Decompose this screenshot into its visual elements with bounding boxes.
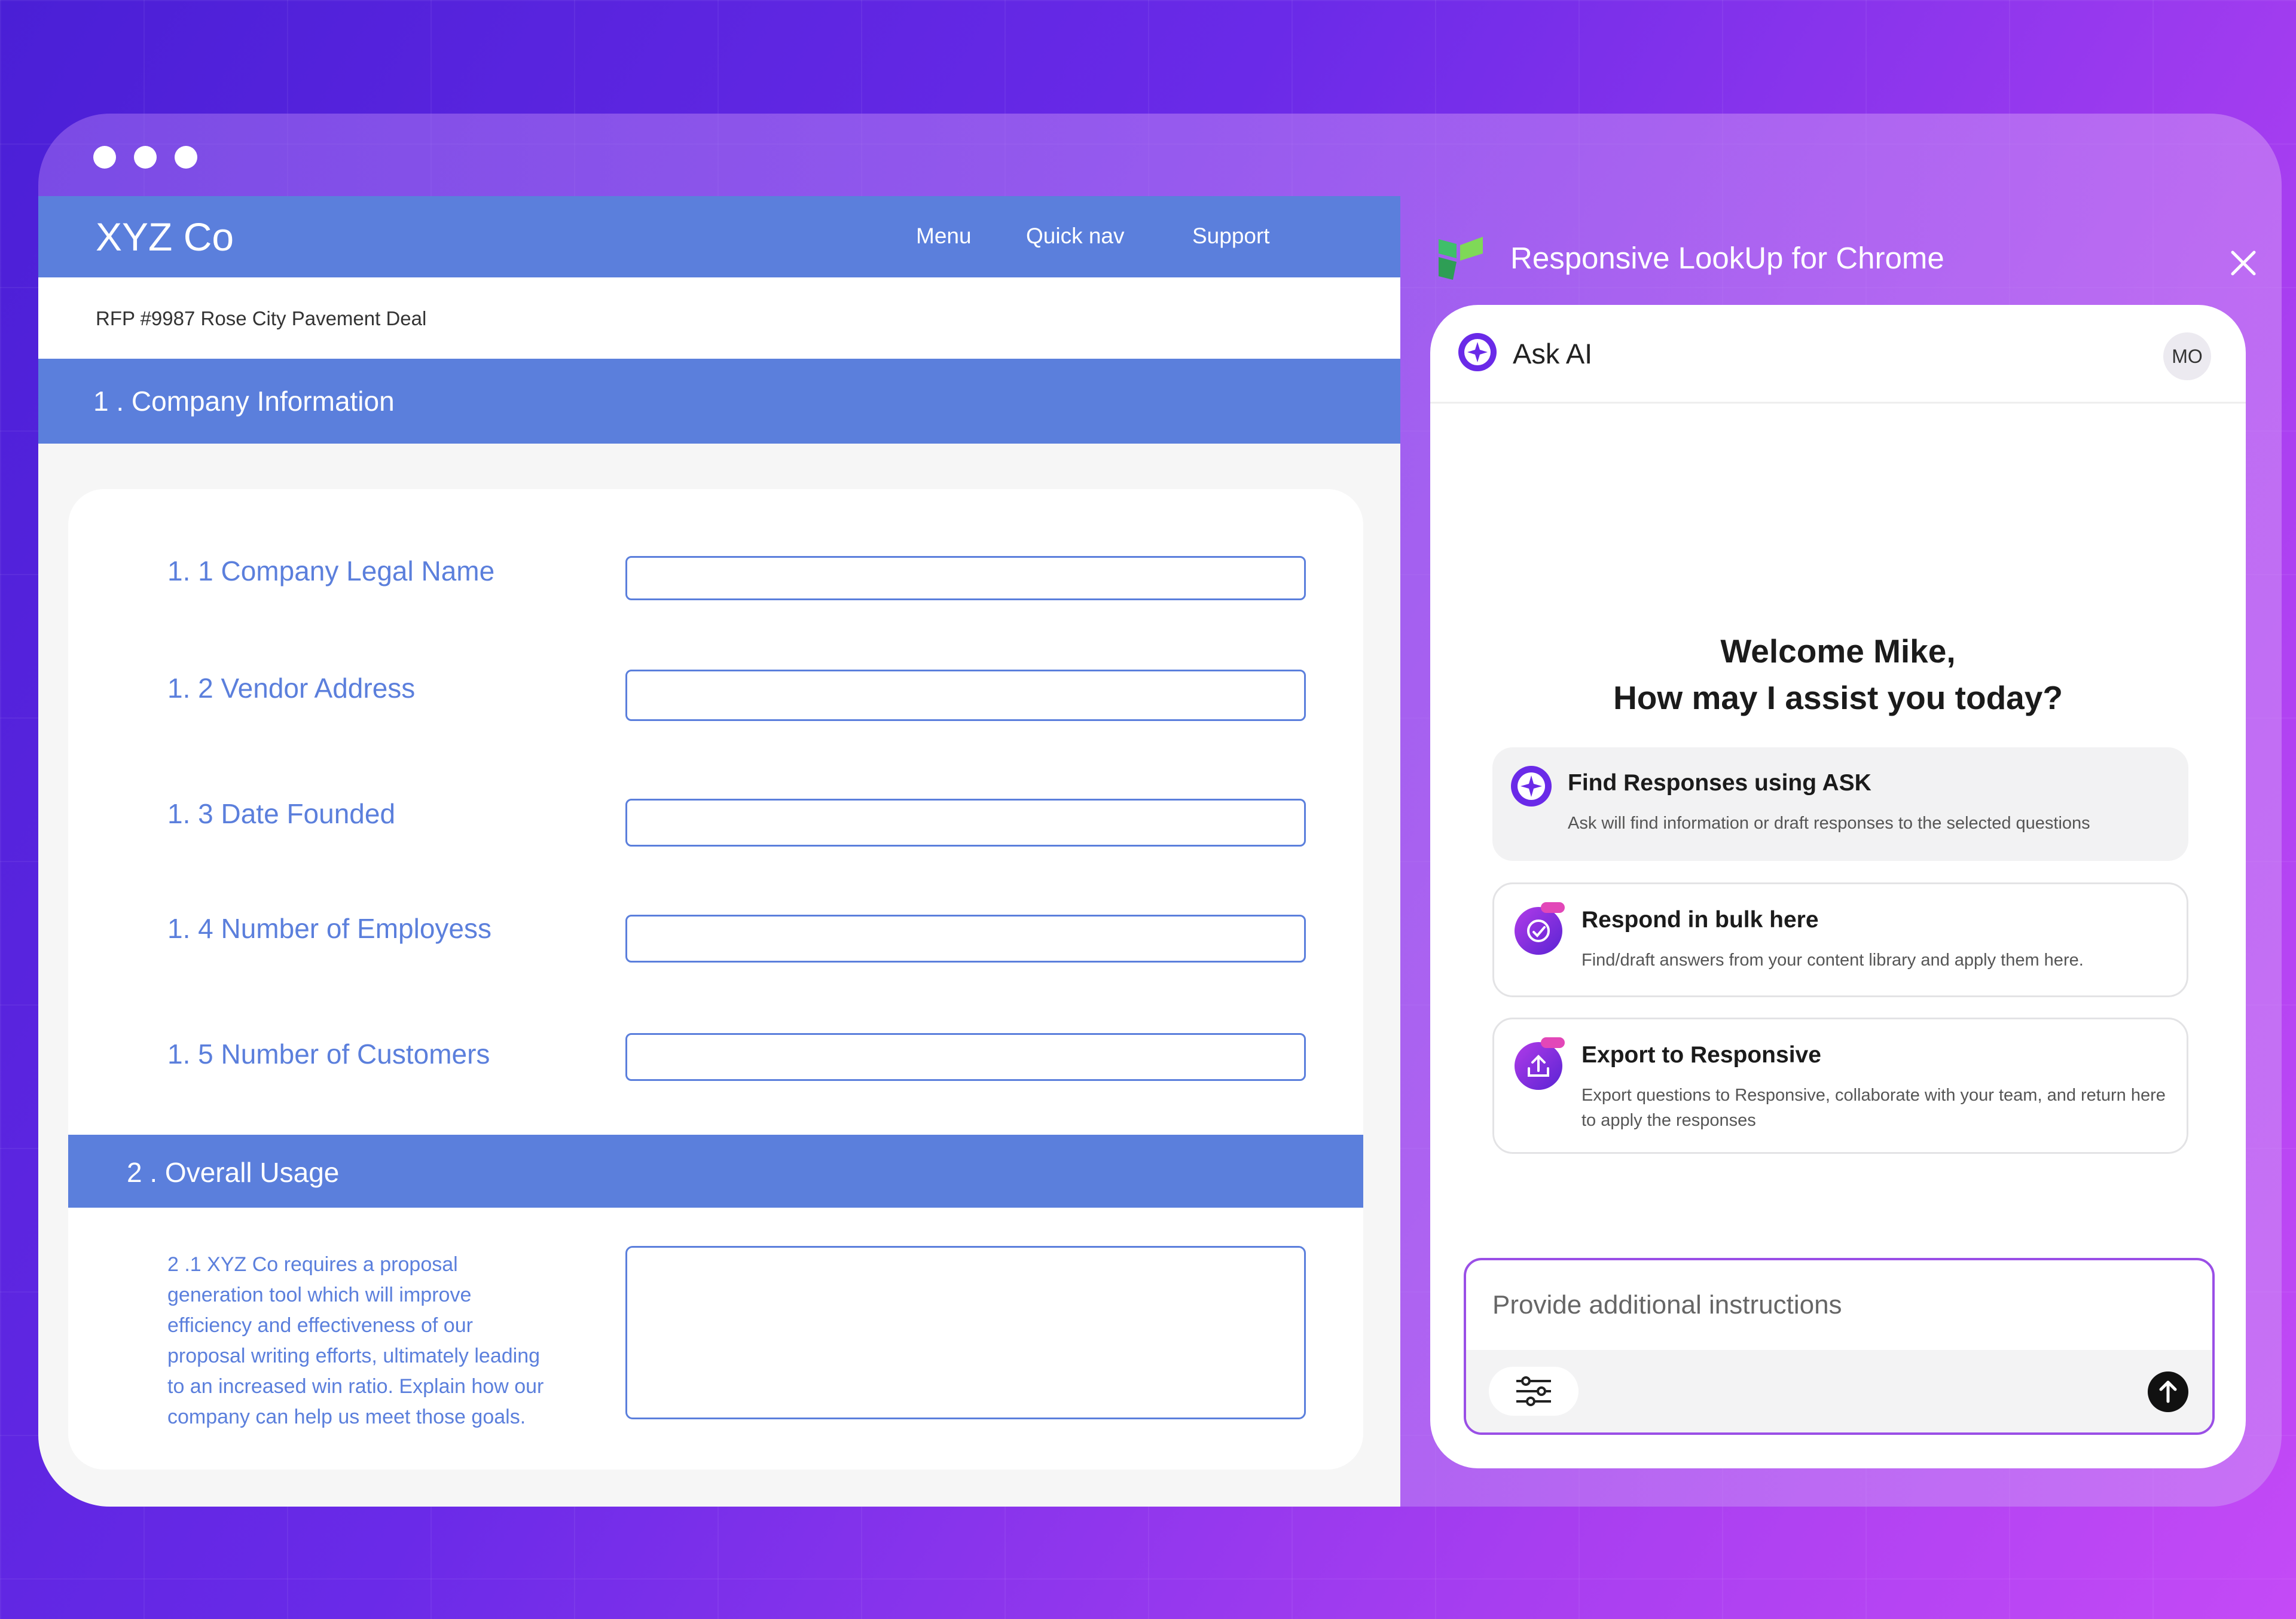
- field-label-customers: 1. 5 Number of Customers: [167, 1038, 490, 1070]
- option-export-to-responsive[interactable]: Export to Responsive Export questions to…: [1492, 1018, 2188, 1154]
- window-dot-close[interactable]: [93, 146, 116, 169]
- field-input-legal-name[interactable]: [625, 556, 1306, 600]
- arrow-up-icon: [2159, 1380, 2177, 1403]
- field-label-legal-name: 1. 1 Company Legal Name: [167, 555, 495, 586]
- user-avatar[interactable]: MO: [2163, 332, 2211, 380]
- form-card: 1. 1 Company Legal Name 1. 2 Vendor Addr…: [68, 489, 1363, 1470]
- field-input-employees[interactable]: [625, 915, 1306, 963]
- option-desc: Ask will find information or draft respo…: [1568, 814, 2090, 833]
- bulk-respond-icon: [1515, 902, 1565, 955]
- extension-header: Responsive LookUp for Chrome: [1436, 233, 2273, 293]
- field-input-vendor-address[interactable]: [625, 670, 1306, 721]
- nav-menu[interactable]: Menu: [916, 224, 972, 249]
- ask-ai-icon: [1511, 766, 1552, 807]
- input-toolbar: [1466, 1350, 2212, 1432]
- option-title: Export to Responsive: [1581, 1042, 1821, 1068]
- responsive-logo-icon: [1439, 237, 1483, 280]
- nav-quick-nav[interactable]: Quick nav: [1026, 224, 1125, 249]
- option-respond-in-bulk[interactable]: Respond in bulk here Find/draft answers …: [1492, 882, 2188, 997]
- welcome-message: Welcome Mike, How may I assist you today…: [1430, 628, 2246, 721]
- field-label-vendor-address: 1. 2 Vendor Address: [167, 673, 416, 704]
- settings-button[interactable]: [1489, 1367, 1578, 1416]
- option-desc: Find/draft answers from your content lib…: [1581, 951, 2084, 970]
- ask-ai-card: Ask AI MO Welcome Mike, How may I assist…: [1430, 305, 2246, 1468]
- export-icon: [1515, 1037, 1565, 1090]
- option-title: Respond in bulk here: [1581, 907, 1819, 933]
- option-desc: Export questions to Responsive, collabor…: [1581, 1086, 2166, 1130]
- nav-support[interactable]: Support: [1192, 224, 1270, 249]
- section-overall-usage: 2 . Overall Usage: [68, 1135, 1363, 1208]
- section2-title: 2 . Overall Usage: [127, 1157, 340, 1188]
- website-content: XYZ Co Menu Quick nav Support RFP #9987 …: [38, 196, 1400, 1507]
- field-label-date-founded: 1. 3 Date Founded: [167, 798, 396, 829]
- instructions-box: [1464, 1258, 2215, 1435]
- ask-ai-icon: [1458, 333, 1497, 371]
- site-header: XYZ Co Menu Quick nav Support: [38, 196, 1400, 277]
- ask-ai-title: Ask AI: [1513, 338, 1593, 369]
- instructions-input[interactable]: [1466, 1260, 2212, 1350]
- window-dot-maximize[interactable]: [175, 146, 197, 169]
- window-titlebar: [38, 114, 2282, 196]
- rfp-breadcrumb-bar: RFP #9987 Rose City Pavement Deal: [38, 277, 1400, 359]
- section1-title: 1 . Company Information: [93, 386, 395, 417]
- window-dot-minimize[interactable]: [134, 146, 157, 169]
- welcome-line1: Welcome Mike,: [1720, 633, 1956, 670]
- extension-title: Responsive LookUp for Chrome: [1510, 241, 1944, 275]
- field-input-date-founded[interactable]: [625, 799, 1306, 847]
- close-icon[interactable]: [2224, 244, 2263, 282]
- option-title: Find Responses using ASK: [1568, 770, 1871, 796]
- rfp-title: RFP #9987 Rose City Pavement Deal: [96, 307, 427, 329]
- ask-ai-header: Ask AI MO: [1430, 305, 2246, 404]
- usage-question: 2 .1 XYZ Co requires a proposal generati…: [167, 1253, 544, 1428]
- section-company-information: 1 . Company Information: [38, 359, 1400, 444]
- option-find-responses[interactable]: Find Responses using ASK Ask will find i…: [1492, 747, 2188, 861]
- send-button[interactable]: [2148, 1371, 2188, 1412]
- browser-window: XYZ Co Menu Quick nav Support RFP #9987 …: [38, 114, 2282, 1507]
- welcome-line2: How may I assist you today?: [1613, 679, 2063, 716]
- sliders-icon: [1516, 1376, 1551, 1406]
- site-brand[interactable]: XYZ Co: [96, 214, 234, 259]
- field-input-customers[interactable]: [625, 1033, 1306, 1081]
- field-label-employees: 1. 4 Number of Employess: [167, 913, 492, 944]
- usage-answer-textarea[interactable]: [625, 1246, 1306, 1419]
